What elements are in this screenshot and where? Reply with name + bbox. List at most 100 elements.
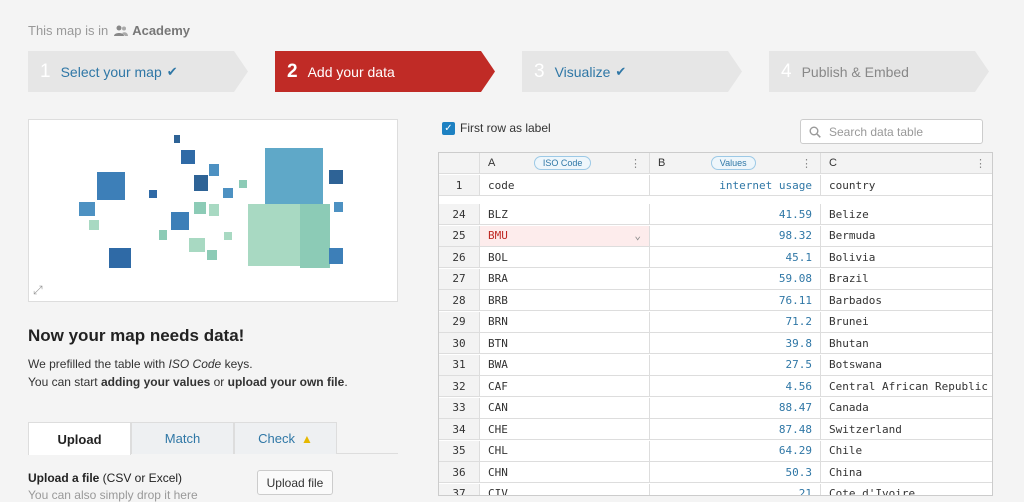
table-cell[interactable]: 27.5: [650, 354, 821, 376]
table-cell[interactable]: 88.47: [650, 397, 821, 419]
column-type-badge: Values: [710, 156, 756, 170]
column-header-b[interactable]: B Values ⋮: [650, 153, 821, 174]
search-box[interactable]: [800, 119, 983, 144]
table-cell[interactable]: Canada: [821, 398, 992, 419]
expand-icon[interactable]: ⤢: [33, 283, 43, 298]
step-label: Add your data: [307, 63, 395, 80]
table-cell[interactable]: BMU ⌄: [480, 225, 650, 247]
more-vertical-icon[interactable]: ⋮: [630, 157, 641, 170]
step-label: Select your map: [60, 63, 162, 80]
table-row: 26 BOL 45.1 Bolivia: [439, 247, 992, 268]
row-number: 29: [439, 311, 480, 333]
table-cell[interactable]: 4.56: [650, 376, 821, 397]
team-link[interactable]: Academy: [114, 23, 190, 38]
warning-icon: ▲: [300, 431, 313, 446]
chevron-down-icon[interactable]: ⌄: [634, 229, 641, 242]
table-cell[interactable]: BRA: [480, 268, 650, 290]
row-number: 26: [439, 247, 480, 268]
table-cell[interactable]: BTN: [480, 333, 650, 354]
more-vertical-icon[interactable]: ⋮: [975, 157, 986, 170]
table-cell[interactable]: 71.2: [650, 311, 821, 333]
table-cell[interactable]: Cote d'Ivoire: [821, 484, 992, 495]
breadcrumb: This map is in Academy: [28, 23, 190, 38]
table-cell[interactable]: Bolivia: [821, 247, 992, 268]
checkbox-checked-icon[interactable]: ✓: [442, 121, 455, 135]
column-type-badge: ISO Code: [533, 156, 592, 170]
table-cell[interactable]: 59.08: [650, 268, 821, 290]
search-input[interactable]: [827, 123, 977, 140]
table-cell[interactable]: CHL: [480, 440, 650, 462]
table-cell[interactable]: 87.48: [650, 419, 821, 440]
team-name: Academy: [132, 23, 191, 38]
table-cell[interactable]: code: [480, 175, 650, 196]
table-row: 33 CAN 88.47 Canada: [439, 397, 992, 419]
more-vertical-icon[interactable]: ⋮: [801, 157, 812, 170]
upload-hint: You can also simply drop it here: [28, 488, 198, 502]
table-cell[interactable]: CAF: [480, 376, 650, 397]
table-cell[interactable]: Brazil: [821, 269, 992, 290]
table-cell[interactable]: CIV: [480, 483, 650, 495]
table-row: 35 CHL 64.29 Chile: [439, 440, 992, 462]
row-number: 31: [439, 354, 480, 376]
table-cell[interactable]: 98.32: [650, 225, 821, 247]
table-cell[interactable]: BRN: [480, 311, 650, 333]
table-cell[interactable]: 76.11: [650, 290, 821, 311]
table-cell[interactable]: Chile: [821, 441, 992, 462]
page-title: Now your map needs data!: [28, 326, 245, 345]
table-cell[interactable]: Brunei: [821, 312, 992, 333]
first-row-label-text: First row as label: [460, 121, 551, 135]
table-cell[interactable]: Bermuda: [821, 226, 992, 247]
table-cell[interactable]: CHN: [480, 462, 650, 483]
step-select-map[interactable]: 1 Select your map ✔: [28, 51, 248, 92]
column-header-a[interactable]: A ISO Code ⋮: [480, 153, 650, 174]
row-number: 30: [439, 333, 480, 354]
table-cell[interactable]: internet usage: [650, 175, 821, 196]
table-cell[interactable]: China: [821, 462, 992, 483]
table-cell[interactable]: BRB: [480, 290, 650, 311]
table-cell[interactable]: Barbados: [821, 290, 992, 311]
upload-file-button[interactable]: Upload file: [257, 470, 333, 495]
table-cell[interactable]: 45.1: [650, 247, 821, 268]
step-nav: 1 Select your map ✔ 2 Add your data 3 Vi…: [28, 51, 998, 92]
step-number: 3: [534, 60, 545, 82]
table-cell[interactable]: Switzerland: [821, 419, 992, 440]
row-number: 1: [439, 175, 480, 196]
table-cell[interactable]: 50.3: [650, 462, 821, 483]
label-row: 1 code internet usage country: [439, 175, 992, 196]
breadcrumb-text: This map is in: [28, 23, 109, 38]
step-visualize[interactable]: 3 Visualize ✔: [522, 51, 742, 92]
table-cell[interactable]: country: [821, 175, 992, 196]
tab-match[interactable]: Match: [131, 422, 234, 454]
first-row-label-toggle[interactable]: ✓ First row as label: [442, 121, 551, 135]
table-cell[interactable]: BLZ: [480, 204, 650, 225]
row-number: 25: [439, 225, 480, 247]
table-row: 37 CIV 21 Cote d'Ivoire: [439, 483, 992, 495]
step-number: 4: [781, 60, 792, 82]
table-cell[interactable]: 41.59: [650, 204, 821, 225]
row-number: 28: [439, 290, 480, 311]
step-add-data[interactable]: 2 Add your data: [275, 51, 495, 92]
table-cell[interactable]: CAN: [480, 397, 650, 419]
row-number: 36: [439, 462, 480, 483]
table-cell[interactable]: BOL: [480, 247, 650, 268]
users-icon: [114, 25, 129, 36]
table-cell[interactable]: BWA: [480, 354, 650, 376]
table-cell[interactable]: Central African Republic: [821, 376, 992, 397]
step-publish[interactable]: 4 Publish & Embed: [769, 51, 989, 92]
tab-check[interactable]: Check ▲: [234, 422, 337, 454]
map-preview: ⤢: [28, 119, 398, 302]
table-cell[interactable]: 64.29: [650, 440, 821, 462]
table-row: 28 BRB 76.11 Barbados: [439, 290, 992, 311]
table-row: 29 BRN 71.2 Brunei: [439, 311, 992, 333]
table-cell[interactable]: 39.8: [650, 333, 821, 354]
table-cell[interactable]: 21: [650, 483, 821, 495]
table-cell[interactable]: Botswana: [821, 355, 992, 376]
table-cell[interactable]: Belize: [821, 204, 992, 225]
tab-upload[interactable]: Upload: [28, 422, 131, 455]
check-icon: ✔: [615, 63, 627, 79]
table-cell[interactable]: Bhutan: [821, 333, 992, 354]
row-number: 35: [439, 440, 480, 462]
search-icon: [809, 126, 821, 138]
column-header-c[interactable]: C ⋮: [821, 153, 992, 174]
table-cell[interactable]: CHE: [480, 419, 650, 440]
